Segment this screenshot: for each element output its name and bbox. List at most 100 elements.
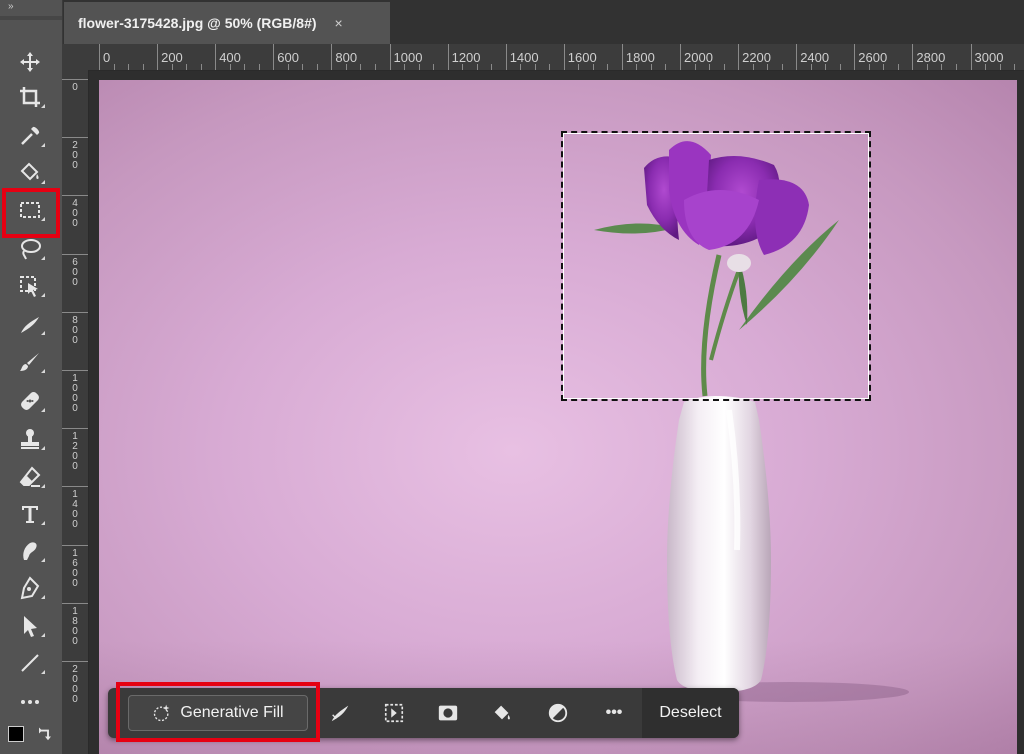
ruler-tick — [215, 44, 217, 70]
ruler-tick — [62, 544, 88, 546]
close-tab-button[interactable]: × — [335, 15, 343, 31]
ruler-minor-tick — [665, 64, 667, 70]
ruler-tick — [62, 370, 88, 371]
ruler-tick — [912, 44, 914, 70]
ruler-minor-tick — [752, 64, 754, 70]
ruler-tick — [505, 44, 507, 70]
toolbar-grip[interactable] — [0, 16, 62, 20]
ruler-tick — [447, 44, 449, 70]
ruler-minor-tick — [723, 64, 725, 70]
spot-healing-tool[interactable] — [9, 385, 51, 417]
crop-tool[interactable] — [9, 81, 51, 113]
ruler-minor-tick — [258, 64, 260, 70]
ruler-tick — [62, 195, 88, 197]
ruler-label: 1000 — [72, 373, 78, 414]
document-tab[interactable]: flower-3175428.jpg @ 50% (RGB/8#) × — [64, 2, 390, 44]
lasso-tool[interactable] — [9, 233, 51, 265]
ruler-tick — [62, 79, 88, 80]
ruler-tick — [738, 44, 740, 70]
ruler-minor-tick — [636, 64, 638, 70]
object-selection-tool[interactable] — [9, 270, 51, 302]
ruler-label: 2200 — [742, 50, 772, 65]
more-options-button[interactable]: ••• — [600, 699, 628, 727]
ruler-tick — [331, 44, 333, 70]
marquee-tool-highlight — [2, 188, 60, 238]
move-tool[interactable] — [9, 46, 51, 78]
ruler-tick — [157, 44, 159, 70]
ruler-minor-tick — [491, 64, 493, 70]
fill-selection-button[interactable] — [488, 699, 516, 727]
ruler-label: 2600 — [858, 50, 888, 65]
type-icon — [22, 506, 38, 523]
ruler-minor-tick — [345, 64, 347, 70]
marquee-selection[interactable] — [561, 131, 871, 401]
paint-bucket-tool[interactable] — [9, 157, 51, 189]
ruler-tick — [62, 137, 88, 139]
ruler-minor-tick — [955, 64, 957, 70]
ruler-tick — [970, 44, 972, 70]
select-subject-button[interactable] — [380, 699, 408, 727]
clone-stamp-tool[interactable] — [9, 423, 51, 455]
ruler-tick — [99, 44, 100, 70]
ruler-minor-tick — [781, 64, 783, 70]
healing-brush-tool[interactable] — [9, 308, 51, 340]
ruler-tick — [62, 486, 88, 488]
modify-selection-button[interactable] — [326, 699, 354, 727]
ruler-minor-tick — [839, 64, 841, 70]
swap-colors-button[interactable] — [36, 726, 54, 744]
ruler-label: 1800 — [72, 605, 78, 647]
smudge-tool[interactable] — [9, 535, 51, 567]
healing-brush-icon — [21, 317, 39, 333]
line-icon — [21, 654, 39, 672]
path-selection-tool[interactable] — [9, 610, 51, 642]
move-icon — [20, 52, 40, 72]
ruler-minor-tick — [360, 64, 362, 70]
vertical-ruler[interactable]: 0 200 400 600 800 1000 1200 1400 1600 1800 2000 — [62, 70, 89, 754]
ruler-minor-tick — [897, 64, 899, 70]
ruler-label: 1200 — [72, 431, 78, 473]
ruler-label: 200 — [72, 140, 78, 172]
ruler-tick — [62, 661, 88, 662]
line-tool[interactable] — [9, 647, 51, 679]
ruler-label: 2800 — [916, 50, 946, 65]
ruler-minor-tick — [316, 64, 318, 70]
more-tools-icon — [21, 700, 39, 704]
pen-tool[interactable] — [9, 572, 51, 604]
deselect-button[interactable]: Deselect — [642, 688, 739, 738]
ruler-minor-tick — [520, 64, 522, 70]
ruler-minor-tick — [171, 64, 173, 70]
horizontal-ruler[interactable]: 0 200 400 600 800 1000 1200 1400 1600 1800 2000 220… — [62, 44, 1024, 71]
ruler-minor-tick — [534, 64, 536, 70]
ruler-minor-tick — [404, 64, 406, 70]
invert-icon — [548, 703, 568, 723]
ruler-label: 1800 — [625, 50, 655, 65]
ruler-minor-tick — [941, 64, 943, 70]
ruler-label: 1600 — [72, 547, 78, 589]
path-selection-icon — [24, 616, 37, 637]
ruler-minor-tick — [607, 64, 609, 70]
more-tools-button[interactable] — [9, 686, 51, 718]
ruler-minor-tick — [476, 64, 478, 70]
document-canvas[interactable] — [99, 80, 1017, 754]
eyedropper-tool[interactable] — [9, 120, 51, 152]
eraser-icon — [19, 466, 41, 487]
foreground-color-swatch[interactable] — [8, 726, 24, 742]
ruler-minor-tick — [128, 64, 130, 70]
mask-button[interactable] — [434, 699, 462, 727]
ruler-label: 1600 — [567, 50, 597, 65]
ruler-minor-tick — [287, 64, 289, 70]
ruler-label: 600 — [277, 50, 299, 65]
ruler-tick — [796, 44, 798, 70]
ruler-tick — [62, 602, 88, 604]
invert-selection-button[interactable] — [544, 699, 572, 727]
type-tool[interactable] — [9, 498, 51, 530]
tab-bar: flower-3175428.jpg @ 50% (RGB/8#) × — [62, 0, 1024, 44]
ruler-minor-tick — [868, 64, 870, 70]
select-subject-icon — [384, 703, 404, 723]
ruler-label: 600 — [72, 256, 78, 288]
collapse-toolbar-button[interactable]: » — [8, 0, 48, 16]
paint-bucket-icon — [20, 162, 39, 181]
eraser-tool[interactable] — [9, 461, 51, 493]
brush-tool[interactable] — [9, 346, 51, 378]
ruler-minor-tick — [767, 64, 769, 70]
